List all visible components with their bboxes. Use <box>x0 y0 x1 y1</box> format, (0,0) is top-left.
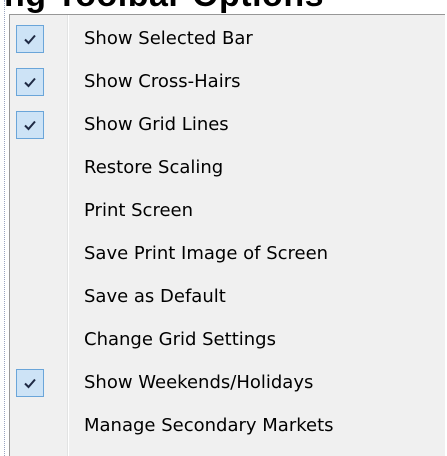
background-heading: ng Toolbar Options <box>4 0 324 15</box>
check-icon <box>16 110 44 139</box>
menu-item-gutter <box>10 404 67 447</box>
menu-item-save-as-default[interactable]: Save as Default <box>10 275 445 318</box>
menu-item-change-grid-settings[interactable]: Change Grid Settings <box>10 318 445 361</box>
dotted-guide-line <box>4 0 5 456</box>
menu-item-gutter <box>10 361 67 404</box>
menu-item-label: Save as Default <box>84 286 226 307</box>
context-menu: Show Selected Bar Show Cross-Hairs Show … <box>9 14 445 456</box>
menu-item-manage-secondary-markets[interactable]: Manage Secondary Markets <box>10 404 445 447</box>
menu-item-gutter <box>10 17 67 60</box>
menu-item-gutter <box>10 275 67 318</box>
menu-item-label: Restore Scaling <box>84 157 224 178</box>
menu-item-label: Manage Secondary Markets <box>84 415 334 436</box>
menu-item-save-print-image[interactable]: Save Print Image of Screen <box>10 232 445 275</box>
menu-item-gutter <box>10 318 67 361</box>
menu-item-gutter <box>10 189 67 232</box>
menu-item-label: Change Grid Settings <box>84 329 276 350</box>
menu-item-label: Save Print Image of Screen <box>84 243 329 264</box>
menu-item-label: Show Grid Lines <box>84 114 229 135</box>
menu-item-label: Show Selected Bar <box>84 28 253 49</box>
menu-item-gutter <box>10 60 67 103</box>
menu-item-show-weekends-holidays[interactable]: Show Weekends/Holidays <box>10 361 445 404</box>
screen: ng Toolbar Options Show Selected Bar Sho… <box>0 0 447 456</box>
menu-item-label: Print Screen <box>84 200 194 221</box>
check-icon <box>16 24 44 53</box>
menu-item-show-selected-bar[interactable]: Show Selected Bar <box>10 17 445 60</box>
menu-item-gutter <box>10 232 67 275</box>
menu-item-show-cross-hairs[interactable]: Show Cross-Hairs <box>10 60 445 103</box>
menu-item-label: Show Weekends/Holidays <box>84 372 314 393</box>
check-icon <box>16 67 44 96</box>
menu-item-print-screen[interactable]: Print Screen <box>10 189 445 232</box>
menu-item-show-grid-lines[interactable]: Show Grid Lines <box>10 103 445 146</box>
menu-item-gutter <box>10 103 67 146</box>
menu-item-gutter <box>10 146 67 189</box>
context-menu-items: Show Selected Bar Show Cross-Hairs Show … <box>10 17 445 447</box>
check-icon <box>16 368 44 397</box>
menu-item-restore-scaling[interactable]: Restore Scaling <box>10 146 445 189</box>
menu-item-label: Show Cross-Hairs <box>84 71 241 92</box>
